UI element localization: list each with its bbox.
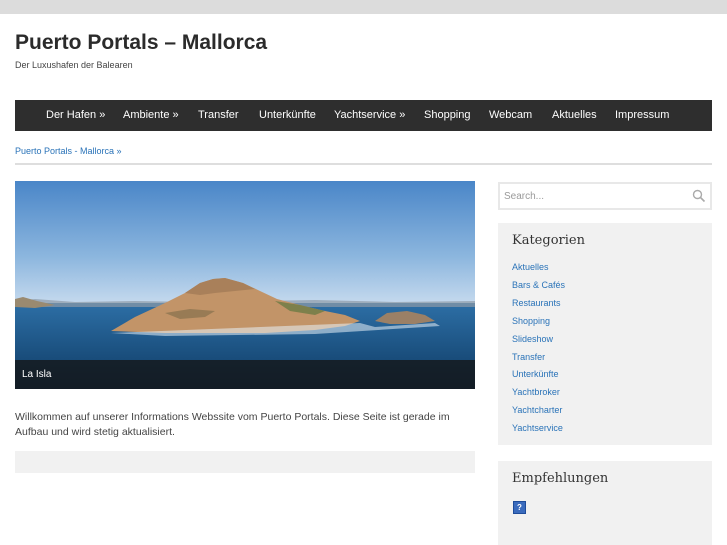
nav-item-ambiente[interactable]: Ambiente » [123,100,179,131]
category-link[interactable]: Slideshow [512,334,553,344]
top-bar [0,0,727,14]
nav-item-unterkuenfte[interactable]: Unterkünfte [259,100,316,131]
site-title[interactable]: Puerto Portals – Mallorca [15,30,267,56]
categories-widget: Kategorien Aktuelles Bars & Cafés Restau… [498,223,712,445]
slider-caption: La Isla [15,360,475,389]
intro-text: Willkommen auf unserer Informations Webs… [15,411,450,438]
nav-item-shopping[interactable]: Shopping [424,100,471,131]
search-input[interactable] [504,187,684,205]
category-link[interactable]: Yachtcharter [512,405,562,415]
nav-item-transfer[interactable]: Transfer [198,100,239,131]
content-box [15,451,475,473]
divider [15,163,712,165]
main-nav: Der Hafen » Ambiente » Transfer Unterkün… [15,100,712,131]
category-link[interactable]: Aktuelles [512,262,549,272]
category-link[interactable]: Transfer [512,352,545,362]
breadcrumb[interactable]: Puerto Portals - Mallorca » [15,146,122,156]
categories-title: Kategorien [512,233,585,248]
nav-item-yachtservice[interactable]: Yachtservice » [334,100,405,131]
nav-item-webcam[interactable]: Webcam [489,100,532,131]
nav-item-impressum[interactable]: Impressum [615,100,669,131]
broken-image-icon[interactable]: ? [513,501,526,514]
nav-item-aktuelles[interactable]: Aktuelles [552,100,597,131]
recommendations-title: Empfehlungen [512,471,609,486]
search-box [498,182,712,210]
image-slider[interactable]: La Isla [15,181,475,389]
slider-caption-text: La Isla [22,369,52,380]
category-link[interactable]: Yachtservice [512,423,563,433]
category-link[interactable]: Restaurants [512,298,561,308]
nav-item-der-hafen[interactable]: Der Hafen » [46,100,105,131]
category-link[interactable]: Unterkünfte [512,369,559,379]
recommendations-widget: Empfehlungen ? [498,461,712,545]
category-link[interactable]: Shopping [512,316,550,326]
search-icon[interactable] [692,189,706,203]
site-description: Der Luxushafen der Balearen [15,60,133,70]
slider-photo [15,181,475,389]
category-link[interactable]: Yachtbroker [512,387,560,397]
category-link[interactable]: Bars & Cafés [512,280,565,290]
